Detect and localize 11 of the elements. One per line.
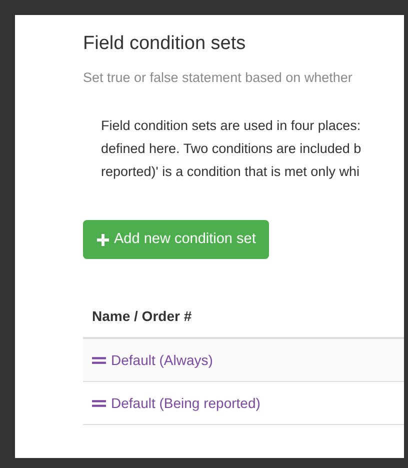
description-line: reported)' is a condition that is met only whi (101, 163, 360, 181)
description-line: defined here. Two conditions are included b (101, 140, 362, 158)
column-header: Name / Order # (92, 306, 192, 326)
description-line: Field condition sets are used in four places: (101, 117, 361, 135)
drag-handle-icon[interactable] (92, 356, 106, 364)
page-title: Field condition sets (83, 32, 246, 56)
plus-icon (96, 232, 110, 246)
page-subtitle: Set true or false statement based on whether (83, 69, 352, 87)
condition-set-link[interactable]: Default (Being reported) (111, 392, 260, 414)
condition-set-link[interactable]: Default (Always) (111, 350, 213, 370)
drag-handle-icon[interactable] (92, 400, 106, 406)
